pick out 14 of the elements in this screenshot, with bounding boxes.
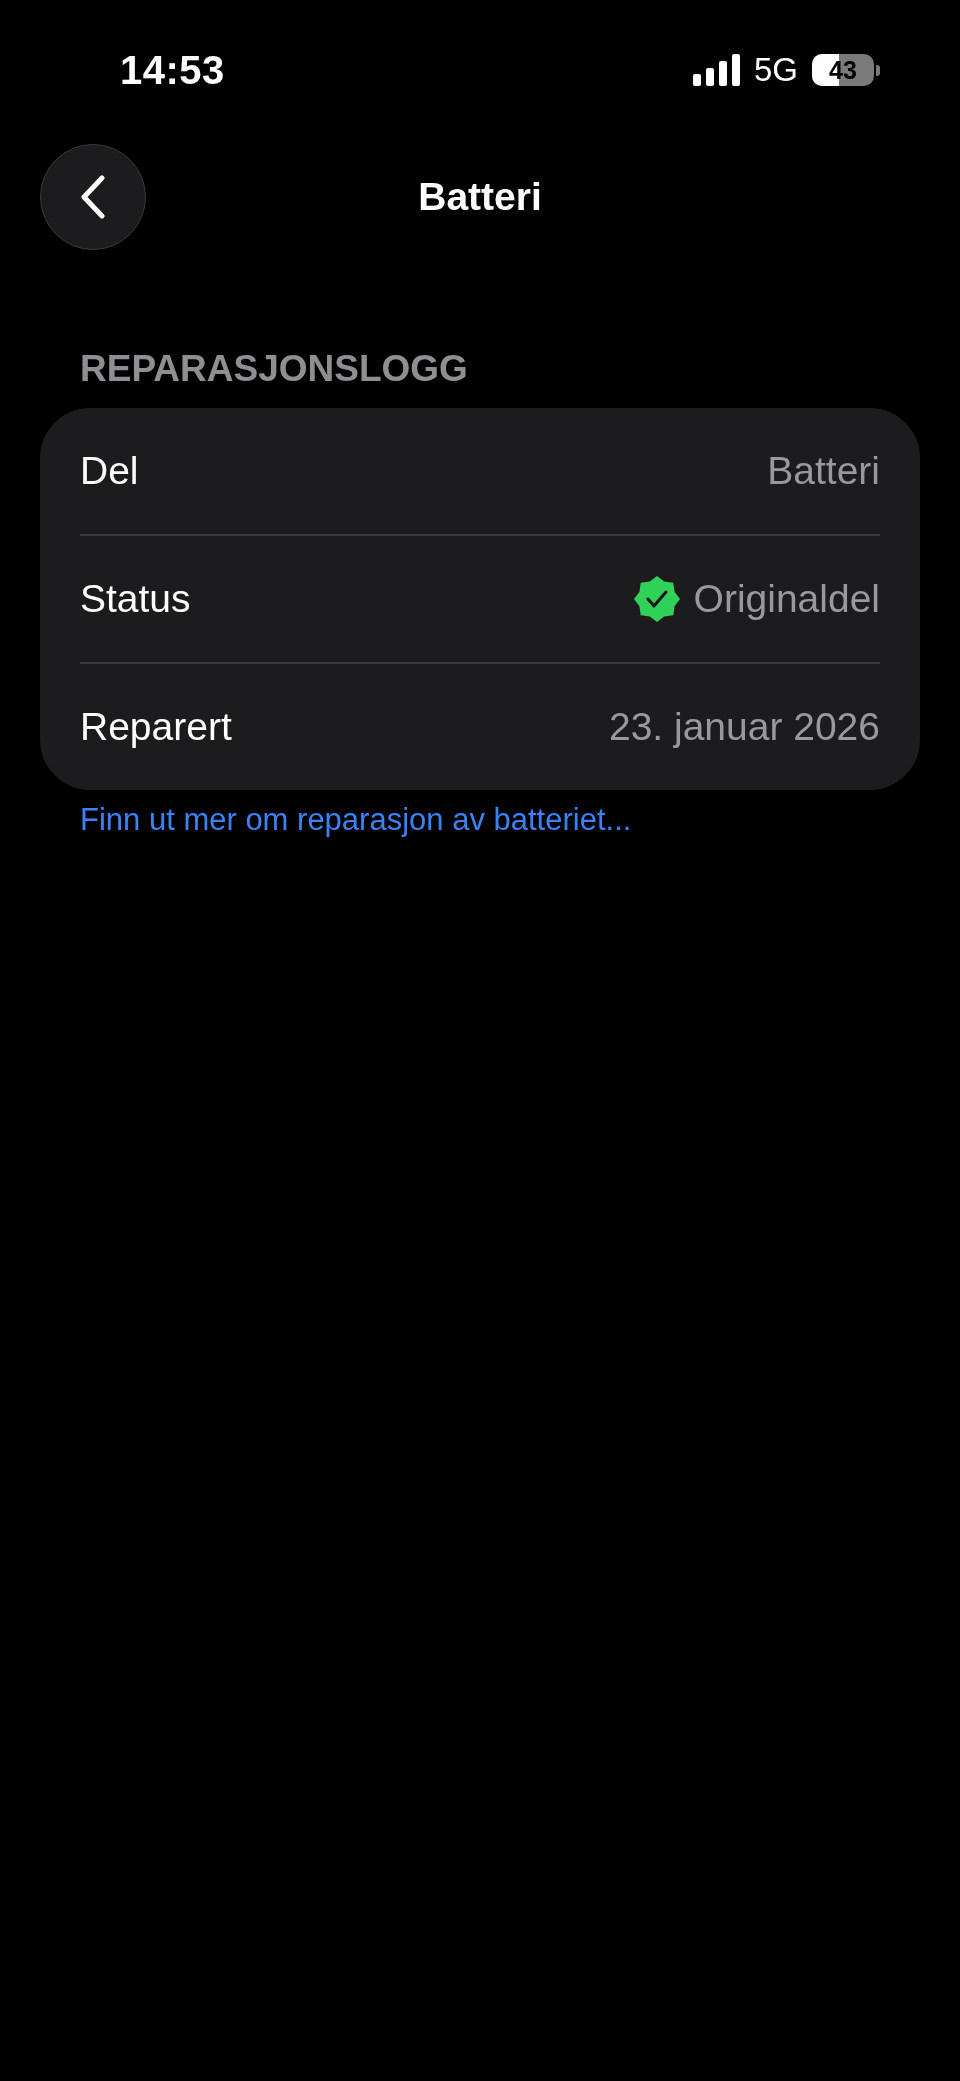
row-value: 23. januar 2026 — [608, 705, 880, 749]
section-header: REPARASJONSLOGG — [79, 348, 469, 391]
learn-more-link[interactable]: Finn ut mer om reparasjon av batteriet... — [80, 802, 632, 838]
verified-badge-icon — [633, 576, 680, 622]
row-value: Batteri — [767, 449, 880, 493]
signal-icon — [692, 54, 740, 86]
page-title: Batteri — [418, 174, 542, 220]
row-label: Status — [80, 577, 191, 621]
row-value: Originaldel — [693, 577, 880, 621]
clock-time: 14:53 — [120, 47, 225, 93]
row-label: Del — [80, 449, 139, 493]
row-label: Reparert — [80, 705, 232, 749]
network-label: 5G — [753, 51, 798, 89]
chevron-left-icon — [80, 175, 106, 219]
